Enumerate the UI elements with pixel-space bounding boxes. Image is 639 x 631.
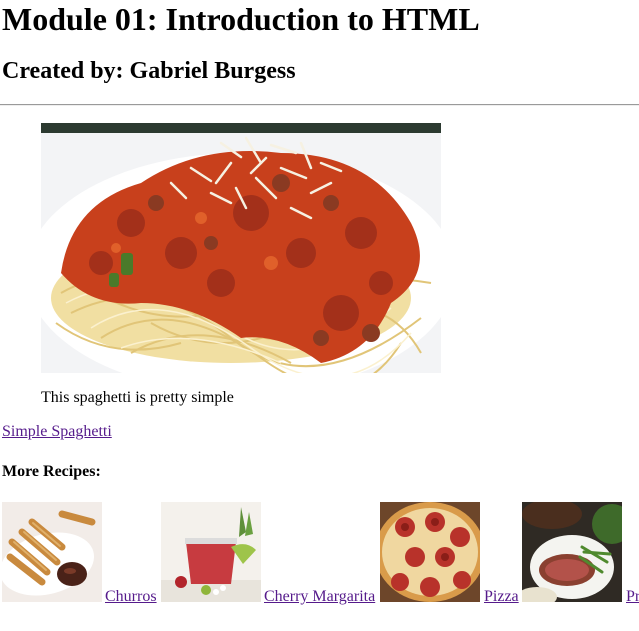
prime-rib-link[interactable]: Pr (626, 587, 639, 607)
cherry-margarita-link[interactable]: Cherry Margarita (264, 587, 375, 607)
more-recipes-heading: More Recipes: (2, 463, 101, 480)
pizza-link[interactable]: Pizza (484, 587, 519, 607)
spaghetti-image (41, 123, 441, 373)
simple-spaghetti-link[interactable]: Simple Spaghetti (2, 422, 112, 442)
churros-image[interactable] (2, 502, 102, 602)
prime-rib-image[interactable] (522, 502, 622, 602)
cherry-margarita-image[interactable] (161, 502, 261, 602)
pizza-image[interactable] (380, 502, 480, 602)
author-heading: Created by: Gabriel Burgess (2, 58, 296, 84)
horizontal-rule (0, 104, 639, 106)
image-caption: This spaghetti is pretty simple (41, 389, 234, 406)
churros-link[interactable]: Churros (105, 587, 157, 607)
page-title: Module 01: Introduction to HTML (2, 1, 480, 37)
